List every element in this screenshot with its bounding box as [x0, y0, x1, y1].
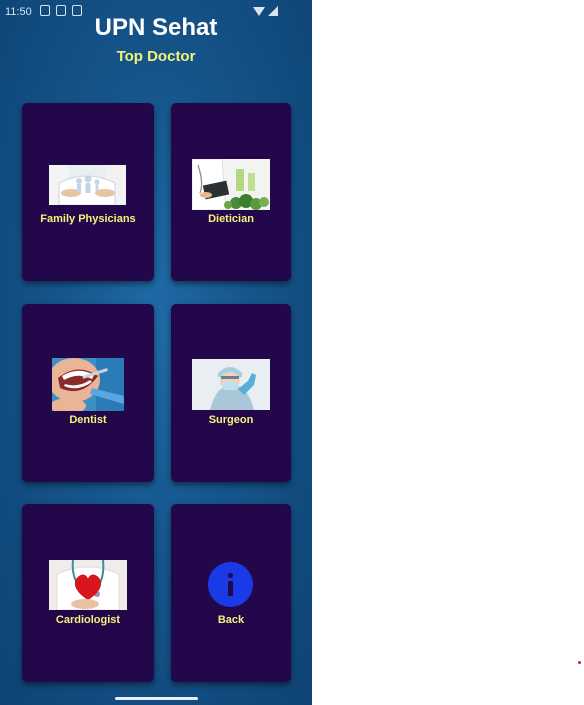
cardiologist-card[interactable]: Cardiologist [22, 504, 154, 682]
card-label: Family Physicians [40, 213, 136, 225]
cardiologist-photo [49, 560, 127, 610]
card-label: Back [217, 614, 245, 626]
red-dot [578, 661, 581, 664]
home-indicator[interactable] [115, 697, 198, 700]
card-label: Surgeon [208, 414, 254, 426]
surgeon-photo [192, 359, 270, 410]
card-label: Dietician [208, 213, 254, 225]
page-subtitle: Top Doctor [116, 48, 196, 65]
dentist-photo [52, 358, 124, 411]
info-icon [208, 562, 253, 607]
dietician-card[interactable]: Dietician [171, 103, 291, 281]
card-label: Dentist [69, 414, 107, 426]
app-screen: 11:50 UPN Sehat Top Doctor Family Physic… [0, 0, 312, 705]
dentist-card[interactable]: Dentist [22, 304, 154, 482]
family-physician-photo [49, 165, 126, 205]
back-button[interactable]: Back [171, 504, 291, 682]
card-label: Cardiologist [55, 614, 121, 626]
family-physicians-card[interactable]: Family Physicians [22, 103, 154, 281]
dietician-photo [192, 159, 270, 210]
surgeon-card[interactable]: Surgeon [171, 304, 291, 482]
app-title: UPN Sehat [94, 14, 218, 41]
